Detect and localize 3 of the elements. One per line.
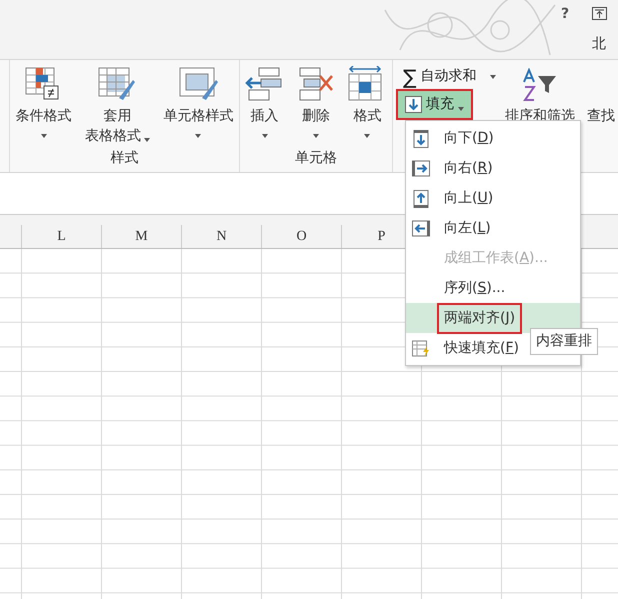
hint-tooltip: 内容重排 bbox=[530, 328, 598, 355]
group-label: 样式 bbox=[110, 149, 140, 168]
group-label: 单元格 bbox=[294, 149, 338, 168]
